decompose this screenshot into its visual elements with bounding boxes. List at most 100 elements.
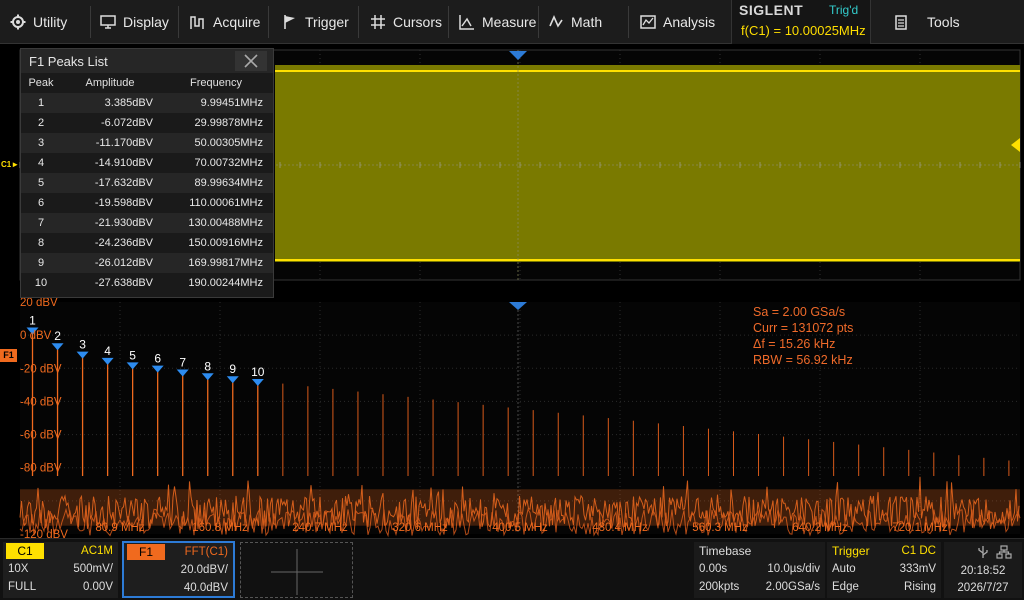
c1-probe: 10X [8,563,29,575]
trigger-type: Edge [832,581,859,593]
trigger-slope: Rising [904,581,936,593]
trigger-box[interactable]: Trigger C1 DC Auto 333mV Edge Rising [827,542,941,598]
menu-acquire-label: Acquire [213,14,261,30]
menu-utility-label: Utility [33,14,68,30]
c1-waveform-envelope [275,65,1020,262]
fft-y-label: 20 dBV [20,297,58,309]
peak-amplitude: -17.632dBV [61,173,159,193]
network-icon [996,545,1012,559]
acquire-icon [190,16,204,29]
math-icon [549,15,563,28]
fft-info-box: Sa = 2.00 GSa/s Curr = 131072 pts Δf = 1… [753,304,853,368]
peak-frequency: 130.00488MHz [159,213,273,233]
peaks-list-panel: F1 Peaks List Peak Amplitude Frequency 1… [20,48,274,298]
f1-reference: 40.0dBV [183,582,228,594]
peak-peak: 2 [37,117,45,129]
peak-amplitude: -27.638dBV [94,277,153,289]
status-box: SIGLENT Trig'd f(C1) = 10.00025MHz [731,0,871,44]
c1-bandwidth: FULL [8,581,37,593]
peak-row: 1 3.385dBV 9.99451MHz [21,93,273,113]
f1-math-box[interactable]: F1 FFT(C1) 20.0dBV/ 40.0dBV [122,541,235,598]
peak-amplitude: 3.385dBV [61,93,159,113]
c1-scale: 500mV/ [73,563,113,575]
plus-icon [271,549,323,595]
measure-icon [459,15,474,30]
menu-analysis[interactable]: Analysis [640,0,715,44]
clipboard-icon [895,15,907,30]
clock-date: 2026/7/27 [957,582,1009,594]
frequency-counter: f(C1) = 10.00025MHz [741,23,866,38]
menu-display-label: Display [123,14,169,30]
fft-y-label: -120 dBV [20,529,68,538]
flag-icon [284,15,295,29]
menu-tools[interactable]: Tools [893,0,960,44]
peak-row: 7 -21.930dBV 130.00488MHz [21,213,273,233]
peak-row: 4 -14.910dBV 70.00732MHz [21,153,273,173]
menu-trigger-label: Trigger [305,14,349,30]
bottom-status-bar: C1 AC1M 10X 500mV/ FULL 0.00V F1 FFT(C1)… [0,538,1024,600]
peak-frequency: 89.99634MHz [159,173,273,193]
menu-utility[interactable]: Utility [10,0,67,44]
fft-y-label: -80 dBV [20,463,62,475]
peak-peak: 7 [21,213,61,233]
c1-coupling: AC1M [81,545,113,557]
peak-peak: 4 [37,157,45,169]
f1-offset-marker[interactable]: F1 [0,349,17,362]
c1-channel-box[interactable]: C1 AC1M 10X 500mV/ FULL 0.00V [3,542,118,598]
trigger-level: 333mV [899,563,936,575]
peak-frequency: 70.00732MHz [194,157,264,169]
peak-amplitude: -24.236dBV [94,237,153,249]
trigger-source: C1 DC [901,545,936,557]
analysis-icon [640,15,656,29]
fft-peak-label-9: 9 [229,362,236,376]
fft-peak-label-8: 8 [204,359,211,373]
c1-tag: C1 [6,543,44,559]
peak-row: 6 -19.598dBV 110.00061MHz [21,193,273,213]
menu-trigger[interactable]: Trigger [282,0,349,44]
col-amplitude: Amplitude [85,77,135,89]
f1-function: FFT(C1) [184,546,228,558]
peak-row: 2 -6.072dBV 29.99878MHz [21,113,273,133]
clock-time: 20:18:52 [960,565,1006,577]
fft-points: Curr = 131072 pts [753,321,854,335]
timebase-box[interactable]: Timebase 0.00s 10.0µs/div 200kpts 2.00GS… [694,542,825,598]
fft-peak-label-2: 2 [54,329,61,343]
menu-analysis-label: Analysis [663,14,716,30]
f1-scale: 20.0dBV/ [180,564,228,576]
peaks-close-button[interactable] [235,51,267,71]
fft-x-label: 160.8 MHz [192,522,248,534]
close-icon [244,54,258,68]
peak-row: 3 -11.170dBV 50.00305MHz [21,133,273,153]
peaks-list-title: F1 Peaks List [29,53,108,69]
trigger-status: Trig'd [829,3,859,17]
add-channel-slot[interactable] [240,542,353,598]
timebase-scale: 10.0µs/div [767,563,820,575]
menu-display[interactable]: Display [100,0,169,44]
fft-peak-label-5: 5 [129,348,136,362]
fft-x-label: 480.4 MHz [592,522,648,534]
peak-peak: 10 [34,277,48,289]
fft-x-axis-labels: 80.9 MHz 160.8 MHz 240.7 MHz 320.6 MHz 400.5… [95,522,948,534]
peak-frequency: 190.00244MHz [188,277,263,289]
peak-peak: 3 [21,133,61,153]
timebase-title: Timebase [699,544,752,558]
fft-peak-label-4: 4 [104,344,111,358]
c1-offset: 0.00V [82,581,113,593]
c1-offset-marker[interactable]: C1► [1,160,19,169]
usb-icon [978,546,988,558]
fft-x-label: 400.5 MHz [492,522,548,534]
menu-acquire[interactable]: Acquire [190,0,260,44]
crosshair-icon [371,15,385,29]
menu-measure[interactable]: Measure [459,0,536,44]
fft-y-label: -40 dBV [20,396,62,408]
fft-sample-rate: Sa = 2.00 GSa/s [753,305,846,319]
peak-peak: 1 [21,93,61,113]
gear-icon [10,14,26,30]
timebase-delay: 0.00s [699,563,728,575]
menu-cursors[interactable]: Cursors [370,0,442,44]
peak-frequency: 50.00305MHz [159,133,273,153]
fft-y-label: -60 dBV [20,430,62,442]
col-peak: Peak [28,77,54,89]
fft-x-label: 560.3 MHz [692,522,748,534]
menu-math[interactable]: Math [548,0,602,44]
